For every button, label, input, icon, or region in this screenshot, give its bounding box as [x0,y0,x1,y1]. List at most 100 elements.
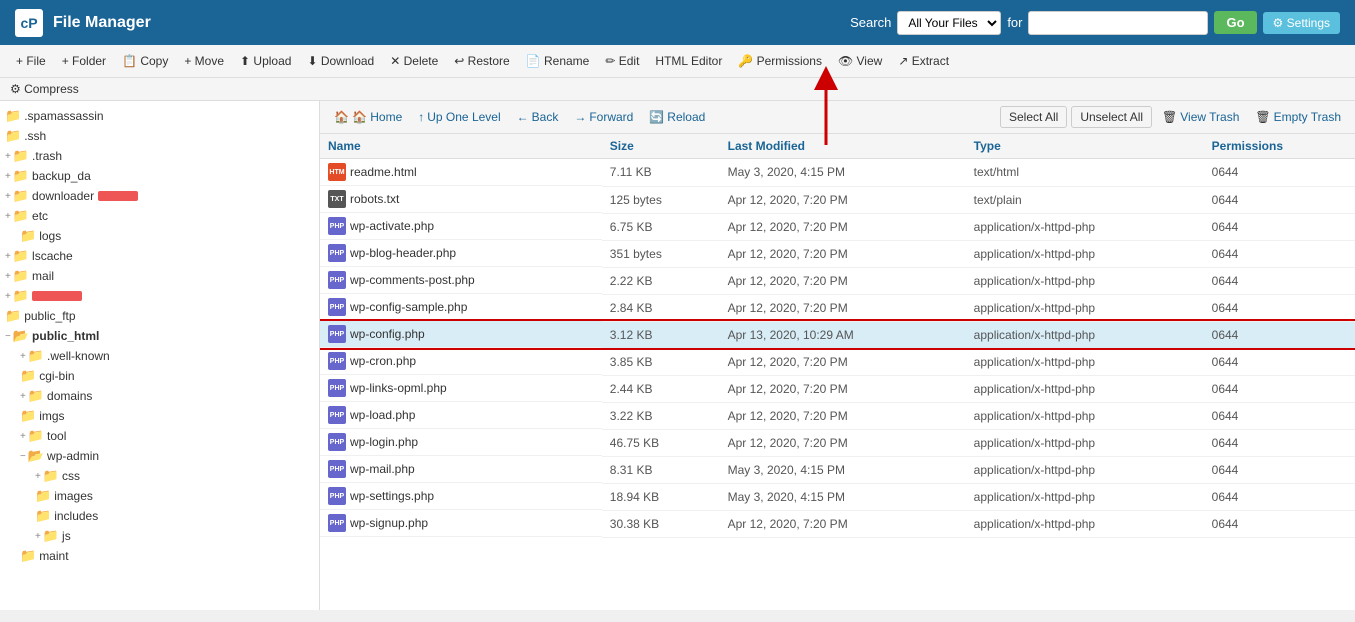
search-scope-select[interactable]: All Your Files File Name File Content [897,11,1001,35]
new-file-button[interactable]: + File [10,51,52,71]
table-row[interactable]: PHPwp-settings.php18.94 KBMay 3, 2020, 4… [320,483,1355,510]
expand-icon[interactable]: + [35,471,41,482]
file-name-cell[interactable]: HTMreadme.html [320,159,602,186]
file-table-container[interactable]: Name Size Last Modified Type Permissions… [320,134,1355,610]
sidebar-item-includes[interactable]: 📁 includes [0,506,319,526]
expand-icon[interactable]: + [5,251,11,262]
sidebar-item-css[interactable]: + 📁 css [0,466,319,486]
file-name-cell[interactable]: PHPwp-links-opml.php [320,375,602,402]
file-name-cell[interactable]: PHPwp-login.php [320,429,602,456]
file-name-cell[interactable]: PHPwp-load.php [320,402,602,429]
sidebar-item-logs[interactable]: 📁 logs [0,226,319,246]
search-input[interactable] [1028,11,1208,35]
col-header-modified[interactable]: Last Modified [720,134,966,159]
expand-icon[interactable]: − [5,331,11,342]
file-name-cell[interactable]: PHPwp-signup.php [320,510,602,537]
expand-icon[interactable]: + [20,431,26,442]
forward-button[interactable]: → Forward [568,107,639,127]
new-folder-button[interactable]: + Folder [56,51,112,71]
sidebar-item-etc[interactable]: + 📁 etc [0,206,319,226]
file-name-cell[interactable]: PHPwp-mail.php [320,456,602,483]
sidebar-item-trash[interactable]: + 📁 .trash [0,146,319,166]
file-name-cell[interactable]: PHPwp-cron.php [320,348,602,375]
sidebar-item-js[interactable]: + 📁 js [0,526,319,546]
table-row[interactable]: PHPwp-blog-header.php351 bytesApr 12, 20… [320,240,1355,267]
col-header-name[interactable]: Name [320,134,602,159]
settings-button[interactable]: ⚙ Settings [1263,12,1340,34]
copy-button[interactable]: 📋 Copy [116,51,174,71]
col-header-permissions[interactable]: Permissions [1204,134,1355,159]
file-name-cell[interactable]: PHPwp-activate.php [320,213,602,240]
table-row[interactable]: PHPwp-activate.php6.75 KBApr 12, 2020, 7… [320,213,1355,240]
compress-button[interactable]: ⚙ Compress [10,82,79,96]
sidebar-item-well-known[interactable]: + 📁 .well-known [0,346,319,366]
sidebar-item-wp-admin[interactable]: − 📂 wp-admin [0,446,319,466]
file-name-cell[interactable]: PHPwp-blog-header.php [320,240,602,267]
file-name-cell[interactable]: PHPwp-settings.php [320,483,602,510]
expand-icon[interactable]: + [20,351,26,362]
file-name-cell[interactable]: PHPwp-config.php [320,321,602,348]
file-name-cell[interactable]: PHPwp-comments-post.php [320,267,602,294]
table-row[interactable]: PHPwp-config.php3.12 KBApr 13, 2020, 10:… [320,321,1355,348]
expand-icon[interactable]: + [5,211,11,222]
table-row[interactable]: PHPwp-load.php3.22 KBApr 12, 2020, 7:20 … [320,402,1355,429]
home-button[interactable]: 🏠 🏠 Home [328,107,408,127]
table-row[interactable]: PHPwp-mail.php8.31 KBMay 3, 2020, 4:15 P… [320,456,1355,483]
sidebar-item-imgs[interactable]: 📁 imgs [0,406,319,426]
table-row[interactable]: PHPwp-links-opml.php2.44 KBApr 12, 2020,… [320,375,1355,402]
view-trash-button[interactable]: 🗑 View Trash [1156,107,1245,127]
reload-button[interactable]: 🔄 Reload [643,107,711,127]
select-all-button[interactable]: Select All [1000,106,1067,128]
sidebar-item-public-ftp[interactable]: 📁 public_ftp [0,306,319,326]
extract-button[interactable]: ↗ Extract [892,51,955,71]
expand-icon[interactable]: + [20,391,26,402]
sidebar-item-maint[interactable]: 📁 maint [0,546,319,566]
move-button[interactable]: + Move [178,51,230,71]
expand-icon[interactable]: + [5,171,11,182]
sidebar-item-public-html[interactable]: − 📂 public_html [0,326,319,346]
file-name-cell[interactable]: TXTrobots.txt [320,186,602,213]
sidebar[interactable]: 📁 .spamassassin 📁 .ssh + 📁 .trash + 📁 ba… [0,101,320,610]
expand-icon[interactable]: − [20,451,26,462]
expand-icon[interactable]: + [5,191,11,202]
sidebar-item-images[interactable]: 📁 images [0,486,319,506]
sidebar-item-ssh[interactable]: 📁 .ssh [0,126,319,146]
expand-icon[interactable]: + [35,531,41,542]
rename-button[interactable]: 📄 Rename [520,51,596,71]
download-button[interactable]: ⬇ Download [301,51,380,71]
permissions-button[interactable]: 🔑 Permissions [732,51,828,71]
table-row[interactable]: HTMreadme.html7.11 KBMay 3, 2020, 4:15 P… [320,159,1355,187]
sidebar-item-downloader[interactable]: + 📁 downloader [0,186,319,206]
sidebar-item-cgi-bin[interactable]: 📁 cgi-bin [0,366,319,386]
table-row[interactable]: PHPwp-cron.php3.85 KBApr 12, 2020, 7:20 … [320,348,1355,375]
table-row[interactable]: PHPwp-comments-post.php2.22 KBApr 12, 20… [320,267,1355,294]
restore-button[interactable]: ↩ Restore [448,51,515,71]
sidebar-item-lscache[interactable]: + 📁 lscache [0,246,319,266]
sidebar-item-mail[interactable]: + 📁 mail [0,266,319,286]
up-one-level-button[interactable]: ↑ Up One Level [412,107,506,127]
delete-button[interactable]: ✕ Delete [384,51,444,71]
expand-icon[interactable]: + [5,291,11,302]
file-name-cell[interactable]: PHPwp-config-sample.php [320,294,602,321]
sidebar-item-spamassassin[interactable]: 📁 .spamassassin [0,106,319,126]
empty-trash-button[interactable]: 🗑 Empty Trash [1249,107,1347,127]
view-button[interactable]: 👁 View [832,51,888,71]
sidebar-item-backup[interactable]: + 📁 backup_da [0,166,319,186]
go-button[interactable]: Go [1214,11,1256,34]
sidebar-item-redacted[interactable]: + 📁 [0,286,319,306]
table-row[interactable]: PHPwp-login.php46.75 KBApr 12, 2020, 7:2… [320,429,1355,456]
sidebar-item-tool[interactable]: + 📁 tool [0,426,319,446]
col-header-size[interactable]: Size [602,134,720,159]
upload-button[interactable]: ⬆ Upload [234,51,297,71]
table-row[interactable]: TXTrobots.txt125 bytesApr 12, 2020, 7:20… [320,186,1355,213]
col-header-type[interactable]: Type [966,134,1204,159]
back-button[interactable]: ← Back [511,107,565,127]
table-row[interactable]: PHPwp-config-sample.php2.84 KBApr 12, 20… [320,294,1355,321]
expand-icon[interactable]: + [5,151,11,162]
html-editor-button[interactable]: HTML Editor [649,51,728,71]
table-row[interactable]: PHPwp-signup.php30.38 KBApr 12, 2020, 7:… [320,510,1355,537]
expand-icon[interactable]: + [5,271,11,282]
edit-button[interactable]: ✏ Edit [599,51,645,71]
unselect-all-button[interactable]: Unselect All [1071,106,1152,128]
sidebar-item-domains[interactable]: + 📁 domains [0,386,319,406]
